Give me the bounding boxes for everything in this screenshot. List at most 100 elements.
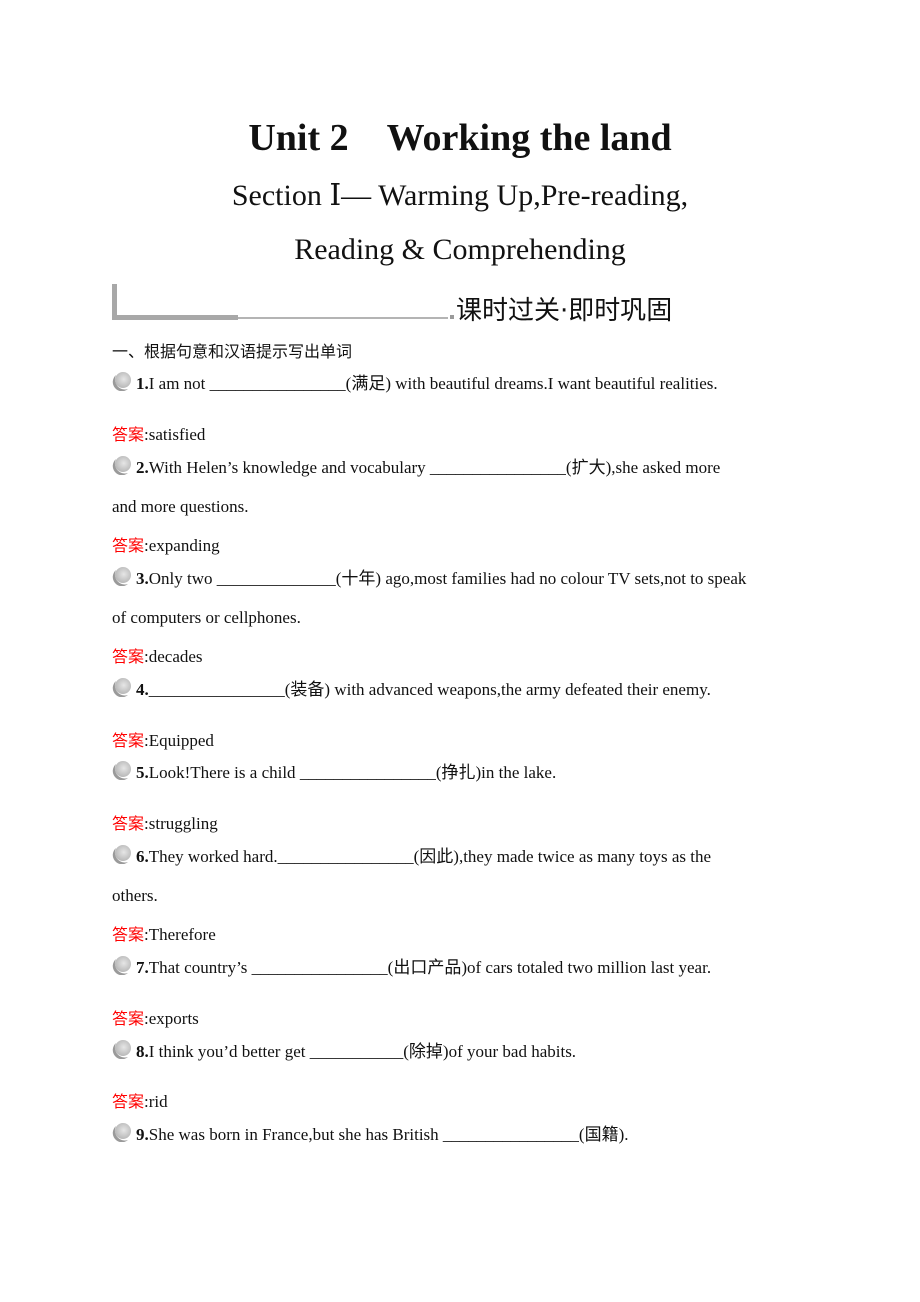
subtitle-line-2: Reading & Comprehending (294, 233, 626, 266)
answer-label: 答案 (112, 647, 145, 666)
question-bullet-icon (112, 561, 132, 587)
title-name: Working the land (386, 117, 672, 159)
question-text-before: With Helen’s knowledge and vocabulary (148, 458, 430, 477)
question-continuation: of computers or cellphones. (112, 608, 301, 627)
question-blank[interactable]: ________________ (300, 763, 436, 782)
question-hint: (因此) (413, 847, 459, 866)
answer-label: 答案 (112, 731, 145, 750)
question-item: 4.________________(装备) with advanced wea… (112, 670, 812, 709)
answer-value: expanding (148, 536, 220, 555)
question-blank[interactable]: ________________ (430, 458, 566, 477)
answer-value: Therefore (148, 925, 216, 944)
question-bullet-icon (112, 755, 132, 781)
answer-value: struggling (148, 814, 218, 833)
question-text-after: in the lake. (481, 763, 557, 782)
section-banner: 课时过关·即时巩固 (112, 284, 712, 328)
question-hint: (出口产品) (387, 958, 467, 977)
question-text-after: of your bad habits. (448, 1042, 577, 1061)
question-blank[interactable]: ________________ (443, 1125, 579, 1144)
question-item: 6.They worked hard.________________(因此),… (112, 837, 812, 876)
question-item: 1.I am not ________________(满足) with bea… (112, 364, 812, 403)
question-item: 8.I think you’d better get ___________(除… (112, 1032, 812, 1071)
question-hint: (装备) (284, 680, 331, 699)
answer-line: 答案:Therefore (112, 921, 216, 945)
question-continuation: others. (112, 886, 158, 905)
question-text-after: with beautiful dreams.I want beautiful r… (390, 374, 718, 393)
answer-line: 答案:satisfied (112, 421, 205, 445)
question-number: 2. (136, 458, 149, 477)
question-number: 6. (136, 847, 149, 866)
answer-label: 答案 (112, 1092, 145, 1111)
question-blank[interactable]: ________________ (252, 958, 388, 977)
question-bullet-icon (112, 366, 132, 392)
question-hint: (国籍) (578, 1125, 625, 1144)
question-text-before: She was born in France,but she has Briti… (148, 1125, 443, 1144)
question-text-after: ,they made twice as many toys as the (458, 847, 712, 866)
answer-line: 答案:Equipped (112, 727, 214, 751)
question-hint: (除掉) (403, 1042, 449, 1061)
question-number: 8. (136, 1042, 149, 1061)
question-hint: (满足) (345, 374, 391, 393)
answer-label: 答案 (112, 925, 145, 944)
question-blank[interactable]: ________________ (149, 680, 285, 699)
question-hint: (十年) (335, 569, 382, 588)
answer-line: 答案:struggling (112, 810, 218, 834)
question-bullet-icon (112, 839, 132, 865)
question-blank[interactable]: ________________ (210, 374, 346, 393)
question-text-after: of cars totaled two million last year. (467, 958, 712, 977)
question-text-before: I am not (148, 374, 210, 393)
question-bullet-icon (112, 1034, 132, 1060)
answer-label: 答案 (112, 1009, 145, 1028)
answer-value: Equipped (148, 731, 214, 750)
question-number: 4. (136, 680, 149, 699)
subtitle-line-1: Section Ⅰ— Warming Up,Pre-reading, (231, 179, 689, 212)
question-text-after: ,she asked more (611, 458, 721, 477)
question-number: 5. (136, 763, 149, 782)
question-number: 7. (136, 958, 149, 977)
answer-line: 答案:decades (112, 643, 203, 667)
question-number: 9. (136, 1125, 149, 1144)
question-bullet-icon (112, 672, 132, 698)
question-hint: (扩大) (565, 458, 612, 477)
question-bullet-icon (112, 450, 132, 476)
question-blank[interactable]: ________________ (278, 847, 414, 866)
answer-value: rid (148, 1092, 168, 1111)
question-text-after: ago,most families had no colour TV sets,… (381, 569, 747, 588)
section-heading: 一、根据句意和汉语提示写出单词 (112, 342, 353, 361)
page-title: Unit 2 Working the land (0, 116, 920, 160)
question-bullet-icon (112, 1117, 132, 1143)
banner-thick-rule (112, 315, 238, 320)
banner-text: 课时过关·即时巩固 (456, 296, 673, 326)
question-text-before: They worked hard. (148, 847, 278, 866)
question-text-before: Look!There is a child (148, 763, 300, 782)
answer-value: exports (148, 1009, 199, 1028)
question-bullet-icon (112, 950, 132, 976)
question-text-after: . (624, 1125, 629, 1144)
question-item: 3.Only two ______________(十年) ago,most f… (112, 559, 812, 598)
question-number: 1. (136, 374, 149, 393)
question-continuation: and more questions. (112, 497, 249, 516)
question-text-before: Only two (148, 569, 217, 588)
answer-value: decades (148, 647, 203, 666)
question-item: 5.Look!There is a child ________________… (112, 753, 812, 792)
question-text-before: That country’s (148, 958, 252, 977)
question-hint: (挣扎) (435, 763, 482, 782)
answer-value: satisfied (148, 425, 206, 444)
answer-label: 答案 (112, 536, 145, 555)
question-item: 9.She was born in France,but she has Bri… (112, 1115, 812, 1154)
question-text-before: I think you’d better get (148, 1042, 310, 1061)
answer-line: 答案:expanding (112, 532, 220, 556)
question-text-after: with advanced weapons,the army defeated … (330, 680, 711, 699)
title-unit: Unit 2 (248, 117, 349, 159)
answer-label: 答案 (112, 814, 145, 833)
answer-line: 答案:exports (112, 1005, 199, 1029)
question-item: 2.With Helen’s knowledge and vocabulary … (112, 448, 812, 487)
answer-label: 答案 (112, 425, 145, 444)
banner-thin-rule (238, 317, 448, 319)
question-blank[interactable]: ______________ (217, 569, 336, 588)
question-item: 7.That country’s ________________(出口产品)o… (112, 948, 812, 987)
question-number: 3. (136, 569, 149, 588)
question-blank[interactable]: ___________ (310, 1042, 404, 1061)
banner-dot (450, 315, 454, 319)
answer-line: 答案:rid (112, 1088, 168, 1112)
